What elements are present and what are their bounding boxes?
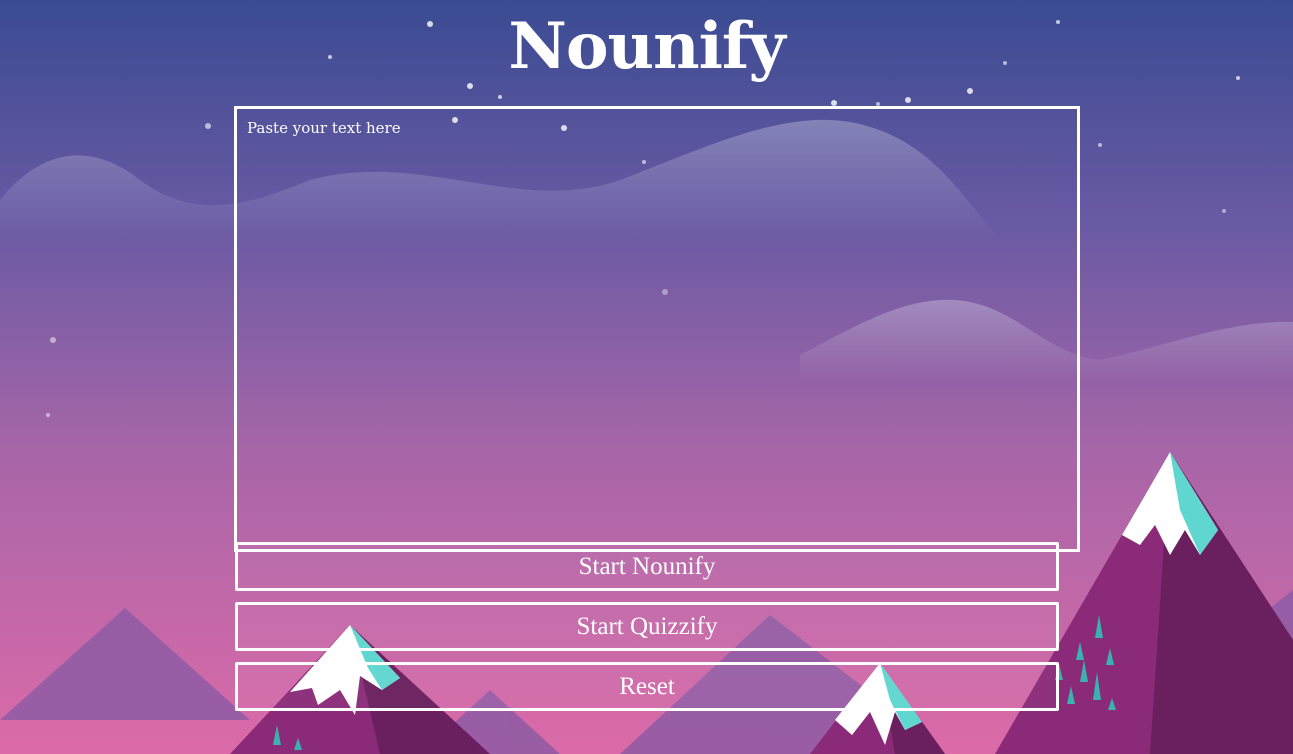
reset-button[interactable]: Reset [235, 662, 1059, 711]
app-container: Nounify Start Nounify Start Quizzify Res… [0, 0, 1293, 754]
app-title: Nounify [508, 9, 785, 84]
text-input-area[interactable] [234, 106, 1080, 552]
start-quizzify-button[interactable]: Start Quizzify [235, 602, 1059, 651]
start-nounify-button[interactable]: Start Nounify [235, 542, 1059, 591]
